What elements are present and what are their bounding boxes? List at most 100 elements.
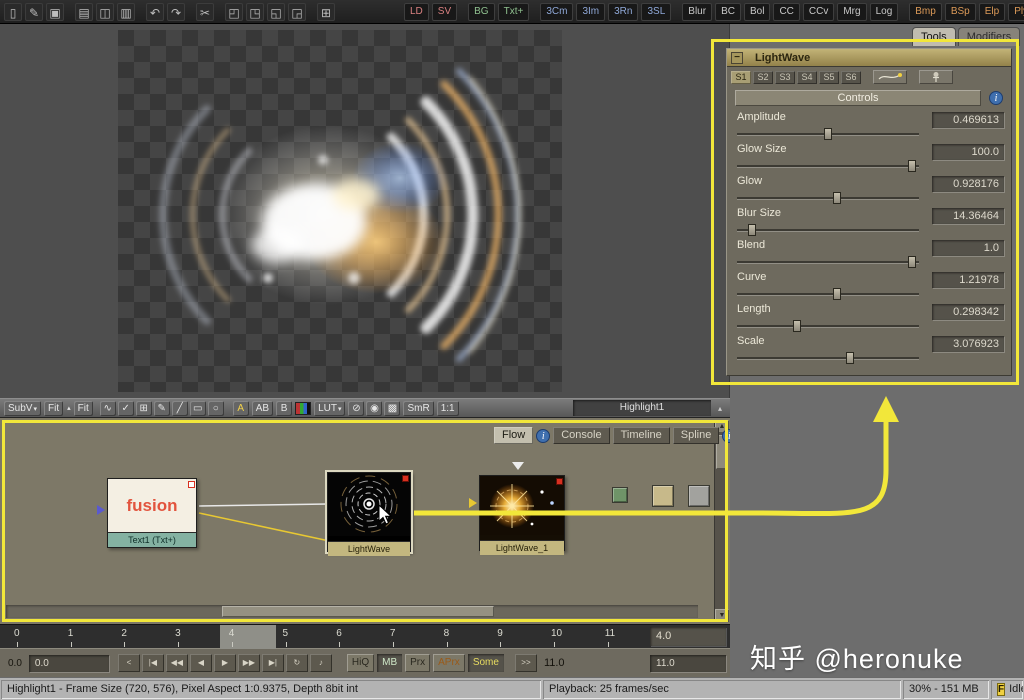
- slider-track[interactable]: [737, 224, 919, 236]
- node-input-icon[interactable]: [469, 498, 482, 508]
- channel-b-button[interactable]: B: [276, 400, 293, 416]
- tool-button-bsp[interactable]: BSp: [944, 3, 976, 21]
- loop-icon[interactable]: ↻: [285, 654, 308, 672]
- paste-icon[interactable]: ▥: [117, 3, 135, 21]
- fit-button-left[interactable]: Fit: [43, 400, 64, 416]
- goto-end-icon[interactable]: ▶|: [261, 654, 284, 672]
- tool-button-blur[interactable]: Blur: [682, 3, 713, 21]
- node-text1[interactable]: fusion Text1 (Txt+): [97, 478, 197, 548]
- view-selector[interactable]: Highlight1: [573, 400, 711, 416]
- save-icon[interactable]: ▣: [46, 3, 64, 21]
- tool-button-bmp[interactable]: Bmp: [909, 3, 942, 21]
- slider-handle[interactable]: [824, 128, 832, 140]
- pin-icon[interactable]: [919, 70, 953, 84]
- slot-tab-s4[interactable]: S4: [797, 70, 817, 84]
- spline-edit-icon[interactable]: [873, 70, 907, 84]
- grid-icon[interactable]: ⊞: [135, 400, 152, 416]
- tool-button-sv[interactable]: SV: [431, 3, 458, 21]
- slider-track[interactable]: [737, 128, 919, 140]
- quality-prx[interactable]: Prx: [405, 654, 431, 672]
- scroll-down-icon[interactable]: ▼: [715, 609, 729, 622]
- tab-controls[interactable]: Controls: [735, 90, 981, 106]
- tab-tools[interactable]: Tools: [912, 27, 956, 46]
- select-icon[interactable]: ✓: [117, 400, 134, 416]
- tool-button-bg[interactable]: BG: [468, 3, 495, 21]
- fast-forward-icon[interactable]: ▶▶: [237, 654, 260, 672]
- tab-console[interactable]: Console: [553, 427, 610, 444]
- range-end-field[interactable]: 11.0: [650, 654, 726, 672]
- tab-modifiers[interactable]: Modifiers: [957, 27, 1021, 46]
- slider-track[interactable]: [737, 320, 919, 332]
- slot-tab-s6[interactable]: S6: [841, 70, 861, 84]
- channel-ab-button[interactable]: AB: [251, 400, 274, 416]
- slider-track[interactable]: [737, 288, 919, 300]
- one-to-one-button[interactable]: 1:1: [436, 400, 459, 416]
- layout-left-icon[interactable]: ◰: [225, 3, 243, 21]
- tool-button-3rn[interactable]: 3Rn: [608, 3, 639, 21]
- slider-value-field[interactable]: 0.928176: [932, 176, 1004, 192]
- time-ruler[interactable]: 0 1 2 3 4 5 6 7 8 9 10 11 4.0: [0, 624, 730, 649]
- tab-timeline[interactable]: Timeline: [612, 427, 670, 444]
- scrollbar-thumb[interactable]: [222, 606, 494, 617]
- node-name[interactable]: Text1 (Txt+): [108, 532, 196, 547]
- color-swatch[interactable]: [295, 401, 312, 415]
- quality-hiq[interactable]: HiQ: [346, 654, 375, 672]
- slider-track[interactable]: [737, 256, 919, 268]
- tool-button-3cm[interactable]: 3Cm: [540, 3, 574, 21]
- grid-icon[interactable]: ⊞: [317, 3, 335, 21]
- minimized-node-green[interactable]: [612, 487, 628, 503]
- step-button[interactable]: >>: [514, 654, 537, 672]
- slider-value-field[interactable]: 3.076923: [932, 336, 1004, 352]
- slider-handle[interactable]: [907, 256, 916, 268]
- channel-a-button[interactable]: A: [232, 400, 249, 416]
- tool-button-bol[interactable]: Bol: [743, 3, 771, 21]
- tool-button-txt+[interactable]: Txt+: [497, 3, 530, 21]
- slider-value-field[interactable]: 0.469613: [932, 112, 1004, 128]
- slot-tab-s1[interactable]: S1: [731, 70, 751, 84]
- line-icon[interactable]: ╱: [171, 400, 188, 416]
- ellipse-icon[interactable]: ○: [207, 400, 224, 416]
- slider-track[interactable]: [737, 160, 919, 172]
- tool-button-ccv[interactable]: CCv: [802, 3, 835, 21]
- checker-underlay-icon[interactable]: ▩: [384, 400, 401, 416]
- rectangle-icon[interactable]: ▭: [189, 400, 206, 416]
- tool-button-bc[interactable]: BC: [715, 3, 741, 21]
- slot-tab-s3[interactable]: S3: [775, 70, 795, 84]
- current-frame-field[interactable]: 0.0: [28, 654, 109, 672]
- slider-handle[interactable]: [845, 352, 854, 364]
- subview-button[interactable]: SubV▾: [4, 400, 41, 416]
- quality-some[interactable]: Some: [467, 654, 504, 672]
- slider-handle[interactable]: [833, 192, 842, 204]
- slider-handle[interactable]: [833, 288, 842, 300]
- info-icon[interactable]: i: [989, 91, 1003, 105]
- play-reverse-icon[interactable]: ◀: [189, 654, 212, 672]
- slot-tab-s2[interactable]: S2: [753, 70, 773, 84]
- slider-track[interactable]: [737, 352, 919, 364]
- undo-icon[interactable]: ↶: [146, 3, 164, 21]
- image-viewport[interactable]: [0, 24, 730, 398]
- alpha-overlay-icon[interactable]: ◉: [366, 400, 383, 416]
- lut-button[interactable]: LUT▾: [314, 400, 346, 416]
- layout-quad-icon[interactable]: ◲: [288, 3, 306, 21]
- slider-handle[interactable]: [907, 160, 916, 172]
- tool-button-3sl[interactable]: 3SL: [641, 3, 672, 21]
- slider-value-field[interactable]: 1.0: [932, 240, 1004, 256]
- tool-button-ply[interactable]: Ply: [1008, 3, 1024, 21]
- slider-handle[interactable]: [793, 320, 802, 332]
- quality-aprx[interactable]: APrx: [433, 654, 465, 672]
- tool-button-elp[interactable]: Elp: [978, 3, 1006, 21]
- smooth-resize-button[interactable]: SmR: [403, 400, 434, 416]
- node-lightwave-1[interactable]: LightWave_1: [469, 475, 565, 555]
- slot-tab-s5[interactable]: S5: [819, 70, 839, 84]
- panel-header[interactable]: − LightWave: [727, 49, 1011, 67]
- info-icon[interactable]: i: [536, 428, 551, 443]
- slider-track[interactable]: [737, 192, 919, 204]
- play-icon[interactable]: ▶: [213, 654, 236, 672]
- tool-button-cc[interactable]: CC: [773, 3, 800, 21]
- minimized-node-gray[interactable]: [688, 485, 710, 507]
- slider-value-field[interactable]: 0.298342: [932, 304, 1004, 320]
- tool-button-3im[interactable]: 3Im: [576, 3, 606, 21]
- wave-icon[interactable]: ∿: [99, 400, 116, 416]
- tool-button-ld[interactable]: LD: [404, 3, 429, 21]
- tab-flow[interactable]: Flow: [494, 427, 534, 444]
